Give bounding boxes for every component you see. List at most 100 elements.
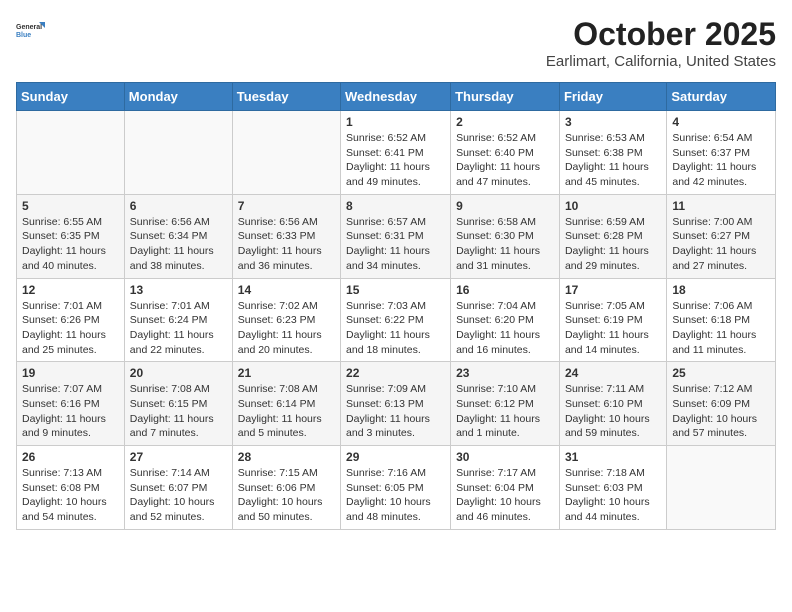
table-row: [17, 111, 125, 195]
day-info: Sunrise: 7:13 AM Sunset: 6:08 PM Dayligh…: [22, 466, 119, 525]
day-info: Sunrise: 7:15 AM Sunset: 6:06 PM Dayligh…: [238, 466, 335, 525]
day-number: 12: [22, 283, 119, 297]
day-number: 4: [672, 115, 770, 129]
table-row: 27Sunrise: 7:14 AM Sunset: 6:07 PM Dayli…: [124, 446, 232, 530]
table-row: 3Sunrise: 6:53 AM Sunset: 6:38 PM Daylig…: [559, 111, 666, 195]
logo-icon: GeneralBlue: [16, 16, 46, 46]
table-row: 28 Sunrise: 7:15 AM Sunset: 6:06 PM Dayli…: [232, 446, 340, 530]
col-saturday: Saturday: [667, 83, 776, 111]
day-info: Sunrise: 7:01 AM Sunset: 6:24 PM Dayligh…: [130, 299, 227, 358]
col-friday: Friday: [559, 83, 666, 111]
day-info: Sunrise: 7:08 AM Sunset: 6:15 PM Dayligh…: [130, 382, 227, 441]
day-number: 7: [238, 199, 335, 213]
title-block: October 2025 Earlimart, California, Unit…: [546, 16, 776, 70]
day-info: Sunrise: 7:02 AM Sunset: 6:23 PM Dayligh…: [238, 299, 335, 358]
svg-text:General: General: [16, 24, 42, 31]
day-info: Sunrise: 7:06 AM Sunset: 6:18 PM Dayligh…: [672, 299, 770, 358]
day-info: Sunrise: 7:16 AM Sunset: 6:05 PM Dayligh…: [346, 466, 445, 525]
table-row: [124, 111, 232, 195]
table-row: [667, 446, 776, 530]
day-number: 26: [22, 450, 119, 464]
calendar-table: Sunday Monday Tuesday Wednesday Thursday…: [16, 82, 776, 530]
day-number: 16: [456, 283, 554, 297]
calendar-header-row: Sunday Monday Tuesday Wednesday Thursday…: [17, 83, 776, 111]
day-number: 25: [672, 366, 770, 380]
day-number: 23: [456, 366, 554, 380]
day-info: Sunrise: 6:52 AM Sunset: 6:41 PM Dayligh…: [346, 131, 445, 190]
day-info: Sunrise: 7:10 AM Sunset: 6:12 PM Dayligh…: [456, 382, 554, 441]
day-number: 14: [238, 283, 335, 297]
day-info: Sunrise: 6:56 AM Sunset: 6:34 PM Dayligh…: [130, 215, 227, 274]
col-thursday: Thursday: [451, 83, 560, 111]
table-row: 23 Sunrise: 7:10 AM Sunset: 6:12 PM Dayli…: [451, 362, 560, 446]
svg-text:Blue: Blue: [16, 32, 31, 39]
table-row: 1 Sunrise: 6:52 AM Sunset: 6:41 PM Daylig…: [341, 111, 451, 195]
table-row: 10 Sunrise: 6:59 AM Sunset: 6:28 PM Dayli…: [559, 194, 666, 278]
table-row: 15 Sunrise: 7:03 AM Sunset: 6:22 PM Dayli…: [341, 278, 451, 362]
day-number: 10: [565, 199, 661, 213]
table-row: 9Sunrise: 6:58 AM Sunset: 6:30 PM Daylig…: [451, 194, 560, 278]
calendar-week-row: 26 Sunrise: 7:13 AM Sunset: 6:08 PM Dayli…: [17, 446, 776, 530]
table-row: 18 Sunrise: 7:06 AM Sunset: 6:18 PM Dayli…: [667, 278, 776, 362]
day-number: 24: [565, 366, 661, 380]
table-row: [232, 111, 340, 195]
day-info: Sunrise: 6:59 AM Sunset: 6:28 PM Dayligh…: [565, 215, 661, 274]
calendar-subtitle: Earlimart, California, United States: [546, 53, 776, 70]
table-row: 22Sunrise: 7:09 AM Sunset: 6:13 PM Dayli…: [341, 362, 451, 446]
day-number: 30: [456, 450, 554, 464]
table-row: 19 Sunrise: 7:07 AM Sunset: 6:16 PM Dayli…: [17, 362, 125, 446]
day-number: 13: [130, 283, 227, 297]
page-header: GeneralBlue October 2025 Earlimart, Cali…: [16, 16, 776, 70]
day-number: 18: [672, 283, 770, 297]
day-info: Sunrise: 7:05 AM Sunset: 6:19 PM Dayligh…: [565, 299, 661, 358]
table-row: 8 Sunrise: 6:57 AM Sunset: 6:31 PM Daylig…: [341, 194, 451, 278]
table-row: 20 Sunrise: 7:08 AM Sunset: 6:15 PM Dayli…: [124, 362, 232, 446]
day-number: 20: [130, 366, 227, 380]
day-info: Sunrise: 7:03 AM Sunset: 6:22 PM Dayligh…: [346, 299, 445, 358]
day-info: Sunrise: 7:04 AM Sunset: 6:20 PM Dayligh…: [456, 299, 554, 358]
day-number: 9: [456, 199, 554, 213]
day-number: 19: [22, 366, 119, 380]
col-tuesday: Tuesday: [232, 83, 340, 111]
day-info: Sunrise: 7:00 AM Sunset: 6:27 PM Dayligh…: [672, 215, 770, 274]
calendar-week-row: 5Sunrise: 6:55 AM Sunset: 6:35 PM Daylig…: [17, 194, 776, 278]
col-monday: Monday: [124, 83, 232, 111]
day-number: 2: [456, 115, 554, 129]
col-wednesday: Wednesday: [341, 83, 451, 111]
table-row: 5Sunrise: 6:55 AM Sunset: 6:35 PM Daylig…: [17, 194, 125, 278]
table-row: 26 Sunrise: 7:13 AM Sunset: 6:08 PM Dayli…: [17, 446, 125, 530]
day-number: 27: [130, 450, 227, 464]
calendar-week-row: 12 Sunrise: 7:01 AM Sunset: 6:26 PM Dayli…: [17, 278, 776, 362]
table-row: 13 Sunrise: 7:01 AM Sunset: 6:24 PM Dayli…: [124, 278, 232, 362]
day-info: Sunrise: 7:11 AM Sunset: 6:10 PM Dayligh…: [565, 382, 661, 441]
day-info: Sunrise: 7:01 AM Sunset: 6:26 PM Dayligh…: [22, 299, 119, 358]
table-row: 12 Sunrise: 7:01 AM Sunset: 6:26 PM Dayli…: [17, 278, 125, 362]
table-row: 31 Sunrise: 7:18 AM Sunset: 6:03 PM Dayli…: [559, 446, 666, 530]
day-info: Sunrise: 6:54 AM Sunset: 6:37 PM Dayligh…: [672, 131, 770, 190]
day-number: 1: [346, 115, 445, 129]
col-sunday: Sunday: [17, 83, 125, 111]
table-row: 4 Sunrise: 6:54 AM Sunset: 6:37 PM Daylig…: [667, 111, 776, 195]
day-number: 11: [672, 199, 770, 213]
day-info: Sunrise: 7:09 AM Sunset: 6:13 PM Dayligh…: [346, 382, 445, 441]
table-row: 30Sunrise: 7:17 AM Sunset: 6:04 PM Dayli…: [451, 446, 560, 530]
day-number: 21: [238, 366, 335, 380]
day-number: 31: [565, 450, 661, 464]
day-number: 15: [346, 283, 445, 297]
table-row: 17 Sunrise: 7:05 AM Sunset: 6:19 PM Dayli…: [559, 278, 666, 362]
day-number: 28: [238, 450, 335, 464]
table-row: 21Sunrise: 7:08 AM Sunset: 6:14 PM Dayli…: [232, 362, 340, 446]
day-number: 17: [565, 283, 661, 297]
table-row: 25Sunrise: 7:12 AM Sunset: 6:09 PM Dayli…: [667, 362, 776, 446]
day-info: Sunrise: 6:57 AM Sunset: 6:31 PM Dayligh…: [346, 215, 445, 274]
table-row: 14 Sunrise: 7:02 AM Sunset: 6:23 PM Dayli…: [232, 278, 340, 362]
calendar-week-row: 19 Sunrise: 7:07 AM Sunset: 6:16 PM Dayli…: [17, 362, 776, 446]
day-number: 8: [346, 199, 445, 213]
day-info: Sunrise: 7:07 AM Sunset: 6:16 PM Dayligh…: [22, 382, 119, 441]
day-info: Sunrise: 6:56 AM Sunset: 6:33 PM Dayligh…: [238, 215, 335, 274]
day-info: Sunrise: 7:18 AM Sunset: 6:03 PM Dayligh…: [565, 466, 661, 525]
table-row: 24 Sunrise: 7:11 AM Sunset: 6:10 PM Dayli…: [559, 362, 666, 446]
day-number: 29: [346, 450, 445, 464]
logo: GeneralBlue: [16, 16, 46, 46]
day-number: 3: [565, 115, 661, 129]
